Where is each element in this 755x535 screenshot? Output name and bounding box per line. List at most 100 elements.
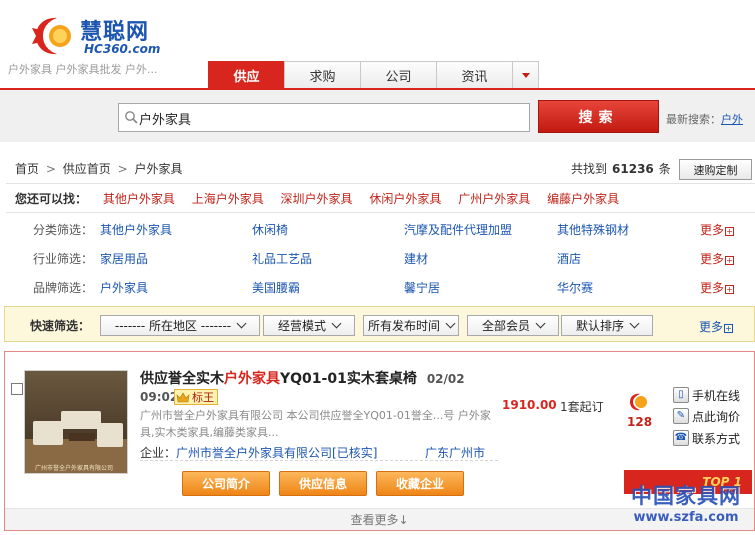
also-find-link[interactable]: 上海户外家具: [192, 192, 264, 206]
result-count: 共找到 61236 条: [571, 160, 671, 177]
filter-item[interactable]: 华尔赛: [557, 279, 593, 296]
tab-supply[interactable]: 供应: [208, 61, 285, 88]
quick-order-button[interactable]: 速购定制: [679, 159, 752, 180]
filter-more-label: 更多: [700, 252, 725, 266]
contact-info-link[interactable]: ☎ 联系方式: [673, 430, 740, 446]
badge-label: 标王: [192, 391, 214, 404]
breadcrumb-supply-home[interactable]: 供应首页: [63, 162, 111, 176]
listing-description: 广州市誉全户外家具有限公司 本公司供应誉全YQ01-01誉全...号 户外家具,…: [140, 409, 491, 439]
contact-label: 联系方式: [692, 431, 741, 446]
filter-more-link[interactable]: 更多 +: [700, 221, 735, 238]
business-mode-select[interactable]: 经营模式: [263, 315, 355, 336]
listing-date: 02/02: [426, 372, 465, 386]
company-link[interactable]: 广州市誉全户外家具有限公司[已核实]: [176, 446, 377, 460]
filter-item[interactable]: 休闲椅: [252, 221, 288, 238]
sort-value: 默认排序: [575, 319, 624, 333]
crown-icon: [176, 391, 190, 402]
divider: [6, 183, 755, 184]
membership-value: 全部会员: [481, 319, 530, 333]
filter-item[interactable]: 其他户外家具: [100, 221, 172, 238]
favorite-company-button[interactable]: 收藏企业: [376, 471, 464, 496]
search-box[interactable]: [118, 103, 530, 132]
company-label: 企业：: [140, 446, 177, 460]
filter-more-label: 更多: [700, 223, 725, 237]
breadcrumb-home[interactable]: 首页: [15, 162, 39, 176]
tab-news[interactable]: 资讯: [436, 61, 513, 88]
plus-icon: +: [725, 285, 735, 294]
filter-label: 品牌筛选：: [33, 281, 94, 295]
chevron-down-icon: [535, 318, 546, 329]
breadcrumb-separator: >: [117, 162, 128, 176]
logo-mark-icon: [32, 17, 71, 55]
inquiry-link[interactable]: ✎ 点此询价: [673, 408, 740, 424]
also-find-link[interactable]: 编藤户外家具: [547, 192, 619, 206]
filter-item[interactable]: 家居用品: [100, 250, 148, 267]
filter-item[interactable]: 美国腰霸: [252, 279, 300, 296]
chevron-down-icon: [521, 72, 530, 78]
membership-select[interactable]: 全部会员: [467, 315, 559, 336]
thumbnail-table: [69, 433, 95, 441]
top-rank-ribbon: TOP 1: [624, 470, 752, 494]
credit-score: 128: [627, 415, 653, 429]
publish-time-select[interactable]: 所有发布时间: [363, 315, 459, 336]
phone-icon: ☎: [673, 430, 689, 446]
breadcrumb: 首页 > 供应首页 > 户外家具: [15, 160, 182, 177]
result-count-prefix: 共找到: [571, 162, 608, 176]
filter-item[interactable]: 建材: [404, 250, 428, 267]
filter-row-brand: 品牌筛选： 户外家具 美国腰霸 馨宁居 华尔赛 更多 +: [0, 275, 755, 297]
filter-more-link[interactable]: 更多 +: [700, 279, 735, 296]
tab-purchase[interactable]: 求购: [284, 61, 361, 88]
company-profile-button[interactable]: 公司简介: [182, 471, 270, 496]
title-suffix: YQ01-01实木套桌椅: [280, 371, 417, 387]
also-find-label: 您还可以找：: [15, 192, 88, 206]
filter-item[interactable]: 户外家具: [100, 279, 148, 296]
mobile-online-link[interactable]: ▯ 手机在线: [673, 387, 740, 403]
chevron-down-icon: [629, 318, 640, 329]
product-thumbnail[interactable]: 广州市誉全户外家具有限公司: [24, 370, 128, 474]
filter-more-link[interactable]: 更多 +: [700, 250, 735, 267]
quick-filter-more-label: 更多: [699, 320, 724, 334]
filter-item[interactable]: 酒店: [557, 250, 581, 267]
product-title[interactable]: 供应誉全实木户外家具YQ01-01实木套桌椅 02/02: [140, 368, 465, 388]
tab-more-dropdown[interactable]: [512, 61, 539, 88]
filter-label: 分类筛选：: [33, 223, 94, 237]
contact-label: 点此询价: [692, 409, 741, 424]
search-button[interactable]: 搜索: [538, 100, 659, 133]
filter-item[interactable]: 馨宁居: [404, 279, 440, 296]
chevron-down-icon: [331, 318, 342, 329]
company-line: 企业：广州市誉全户外家具有限公司[已核实]: [140, 444, 377, 461]
sort-select[interactable]: 默认排序: [561, 315, 653, 336]
filter-item[interactable]: 汽摩及配件代理加盟: [404, 221, 512, 238]
select-checkbox[interactable]: [11, 383, 23, 395]
filter-label: 行业筛选：: [33, 252, 94, 266]
region-select-value: ------- 所在地区 -------: [114, 319, 232, 333]
plus-icon: +: [725, 256, 735, 265]
supply-info-button[interactable]: 供应信息: [279, 471, 367, 496]
view-more-button[interactable]: 查看更多↓: [5, 508, 754, 530]
recent-search-link[interactable]: 户外: [721, 113, 743, 126]
hc360-logo[interactable]: 慧聪网 HC360.com: [30, 12, 180, 60]
also-find-link[interactable]: 休闲户外家具: [369, 192, 441, 206]
hot-keywords[interactable]: 户外家具 户外家具批发 户外...: [8, 61, 157, 77]
also-find-row: 您还可以找： 其他户外家具 上海户外家具 深圳户外家具 休闲户外家具 广州户外家…: [15, 190, 632, 207]
company-location: 广东广州市: [425, 446, 486, 460]
recent-searches: 最新搜索：户外: [666, 111, 743, 127]
filter-item[interactable]: 其他特殊钢材: [557, 221, 629, 238]
search-icon: [125, 111, 138, 124]
dashed-divider: [140, 460, 498, 461]
also-find-link[interactable]: 深圳户外家具: [281, 192, 353, 206]
result-count-value: 61236: [612, 162, 654, 176]
publish-time-value: 所有发布时间: [367, 319, 440, 333]
also-find-link[interactable]: 广州户外家具: [458, 192, 530, 206]
region-select[interactable]: ------- 所在地区 -------: [100, 315, 260, 336]
quick-filter-more-link[interactable]: 更多 +: [699, 318, 734, 335]
also-find-link[interactable]: 其他户外家具: [103, 192, 175, 206]
hc-credit-icon: [630, 393, 647, 411]
divider: [6, 212, 755, 213]
filter-more-label: 更多: [700, 281, 725, 295]
filter-item[interactable]: 礼品工艺品: [252, 250, 312, 267]
thumbnail-caption: 广州市誉全户外家具有限公司: [35, 465, 114, 472]
search-input[interactable]: [139, 108, 519, 128]
tab-company[interactable]: 公司: [360, 61, 437, 88]
search-tabs: 供应 求购 公司 资讯: [208, 61, 539, 88]
